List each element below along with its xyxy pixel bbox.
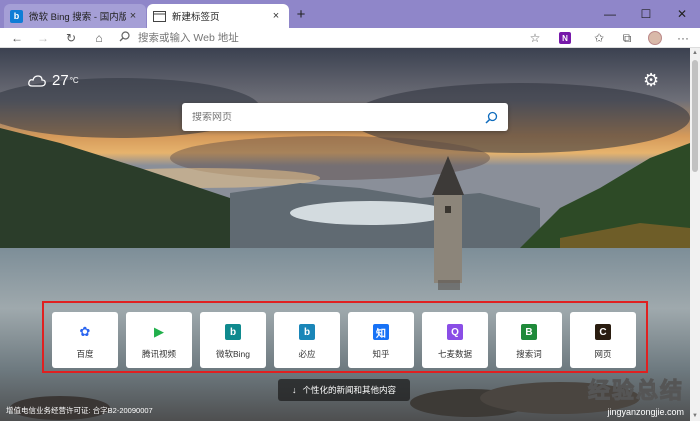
profile-avatar[interactable] [644, 28, 666, 48]
tencent-video-icon: ▶ [154, 324, 164, 339]
quick-link-qimai[interactable]: Q 七麦数据 [422, 312, 488, 368]
search-box[interactable] [182, 103, 508, 131]
new-tab-button[interactable]: + [292, 5, 310, 23]
tab-title: 新建标签页 [172, 12, 220, 23]
arrow-down-icon: ↓ [291, 385, 297, 395]
quick-link-search-term[interactable]: B 搜索词 [496, 312, 562, 368]
minimize-button[interactable]: — [592, 0, 628, 28]
browser-toolbar: ← → ↻ ⌂ ☆ N ✩ ⧉ ··· [0, 28, 700, 48]
tab-close-icon[interactable]: × [126, 10, 140, 22]
web-search-input[interactable] [192, 111, 485, 123]
temperature-unit: °C [69, 76, 79, 85]
bing-icon: b [225, 324, 241, 340]
scroll-up-icon[interactable]: ▲ [690, 48, 700, 58]
icp-license-text: 增值电信业务经营许可证: 合字B2-20090007 [6, 406, 153, 415]
tab-strip: b 微软 Bing 搜索 - 国内版 × 新建标签页 × + — ☐ ✕ [0, 0, 700, 28]
quick-link-webpage[interactable]: C 网页 [570, 312, 636, 368]
bing-favicon-icon: b [10, 9, 23, 23]
watermark: 经验总结 jingyanzongjie.com [587, 373, 684, 418]
quick-link-label: 网页 [594, 349, 612, 359]
quick-link-baidu[interactable]: ✿ 百度 [52, 312, 118, 368]
new-tab-favicon-icon [153, 10, 166, 23]
tab-title: 微软 Bing 搜索 - 国内版 [29, 12, 126, 23]
close-window-button[interactable]: ✕ [664, 0, 700, 28]
quick-link-label: 微软Bing [215, 349, 250, 359]
new-tab-page: 27°C ⚙ ✿ 百度 ▶ 腾讯视频 b 微软Bing b 必应 知 知乎 [0, 48, 690, 421]
quick-link-label: 搜索词 [516, 349, 542, 359]
temperature: 27 [52, 72, 69, 89]
weather-widget[interactable]: 27 °C [28, 72, 79, 89]
more-menu-icon[interactable]: ··· [672, 28, 694, 48]
address-input[interactable] [138, 32, 518, 44]
quick-link-biying[interactable]: b 必应 [274, 312, 340, 368]
quick-link-label: 必应 [298, 349, 316, 359]
quick-link-label: 知乎 [372, 349, 390, 359]
bing-icon: b [299, 324, 315, 340]
personalized-news-button[interactable]: ↓ 个性化的新闻和其他内容 [278, 379, 410, 401]
maximize-button[interactable]: ☐ [628, 0, 664, 28]
search-icon [116, 31, 132, 45]
qimai-icon: Q [447, 324, 463, 340]
scroll-down-icon[interactable]: ▼ [690, 411, 700, 421]
watermark-title: 经验总结 [587, 378, 684, 404]
address-bar[interactable] [116, 28, 550, 48]
forward-button[interactable]: → [32, 28, 54, 48]
quick-link-zhihu[interactable]: 知 知乎 [348, 312, 414, 368]
news-button-label: 个性化的新闻和其他内容 [302, 385, 396, 395]
quick-links-highlight: ✿ 百度 ▶ 腾讯视频 b 微软Bing b 必应 知 知乎 Q 七麦数据 B … [42, 301, 648, 373]
refresh-button[interactable]: ↻ [60, 28, 82, 48]
quick-link-label: 腾讯视频 [141, 349, 176, 359]
favorites-icon[interactable]: ✩ [588, 28, 610, 48]
search-term-icon: B [521, 324, 537, 340]
zhihu-icon: 知 [373, 324, 389, 340]
watermark-url: jingyanzongjie.com [607, 407, 684, 417]
tab-close-icon[interactable]: × [269, 10, 283, 22]
favorite-star-icon[interactable]: ☆ [524, 28, 546, 48]
cloud-icon [28, 74, 46, 87]
quick-link-label: 百度 [76, 349, 94, 359]
quick-link-microsoft-bing[interactable]: b 微软Bing [200, 312, 266, 368]
back-button[interactable]: ← [6, 28, 28, 48]
collections-icon[interactable]: ⧉ [616, 28, 638, 48]
settings-gear-icon[interactable]: ⚙ [643, 70, 659, 91]
webpage-icon: C [595, 324, 611, 340]
search-icon[interactable] [485, 111, 498, 124]
tab-new-tab[interactable]: 新建标签页 × [147, 4, 289, 28]
scrollbar-thumb[interactable] [692, 60, 698, 172]
quick-link-label: 七麦数据 [437, 349, 472, 359]
page-scrollbar[interactable]: ▲ ▼ [690, 48, 700, 421]
onenote-icon[interactable]: N [554, 28, 576, 48]
baidu-icon: ✿ [79, 324, 91, 339]
home-button[interactable]: ⌂ [88, 28, 110, 48]
tab-bing[interactable]: b 微软 Bing 搜索 - 国内版 × [4, 4, 146, 28]
quick-link-tencent-video[interactable]: ▶ 腾讯视频 [126, 312, 192, 368]
